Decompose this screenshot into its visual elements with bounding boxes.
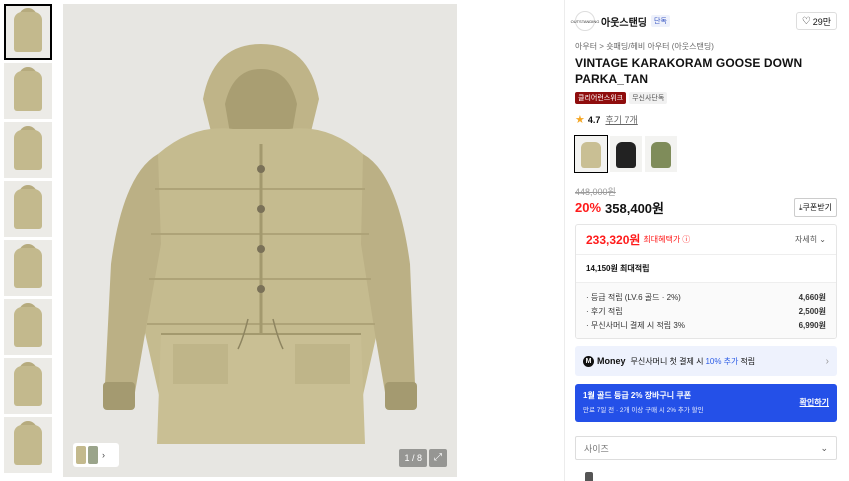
clearance-badge: 클리어런스위크 — [575, 92, 627, 104]
like-count: 29만 — [812, 16, 831, 27]
thumbnail[interactable] — [4, 63, 52, 119]
product-info-panel: OUTSTANDING 아웃스탠딩 단독 ♡ 29만 아우터 > 숏패딩/헤비 … — [564, 0, 849, 481]
detail-toggle[interactable]: 자세히 ⌄ — [795, 234, 826, 245]
price-row: 20% 358,400원 ⤓쿠폰받기 — [575, 198, 837, 217]
thumbnail[interactable] — [4, 122, 52, 178]
parka-illustration — [103, 44, 417, 444]
rating-score: 4.7 — [587, 114, 601, 125]
max-benefit-label: 최대혜택가 — [643, 235, 681, 244]
money-brand: Money — [597, 356, 626, 366]
brand-logo[interactable]: OUTSTANDING — [571, 11, 599, 31]
chevron-right-icon: › — [102, 450, 105, 460]
grade-coupon-banner: 1월 골드 등급 2% 장바구니 쿠폰 만료 7일 전 · 2개 이상 구매 시… — [575, 384, 837, 422]
thumbnail-list — [4, 4, 52, 476]
coupon-title: 1월 골드 등급 2% 장바구니 쿠폰 — [583, 391, 692, 400]
thumbnail[interactable] — [4, 181, 52, 237]
brand-row: OUTSTANDING 아웃스탠딩 단독 ♡ 29만 — [571, 10, 837, 32]
chevron-down-icon: ⌄ — [819, 235, 826, 244]
thumbnail[interactable] — [4, 4, 52, 60]
points-row: · 후기 적립 2,500원 — [586, 307, 826, 316]
swatch-tan[interactable] — [574, 135, 608, 173]
swatch-olive[interactable] — [645, 136, 677, 172]
money-promo-banner[interactable]: M Money 무신사머니 첫 결제 시 10% 추가 적립 › — [575, 346, 837, 376]
star-icon: ★ — [575, 114, 585, 126]
discount-rate: 20% — [575, 200, 602, 215]
swatch-black[interactable] — [610, 136, 642, 172]
brand-name[interactable]: 아웃스탠딩 — [601, 14, 647, 29]
benefit-header[interactable]: 233,320원 최대혜택가 ⓘ 자세히 ⌄ — [576, 225, 836, 255]
main-product-image[interactable]: › 1 / 8 ⤢ — [63, 4, 457, 477]
original-price: 448,000원 — [575, 187, 616, 197]
review-link[interactable]: 후기 7개 — [605, 113, 637, 126]
rating: ★ 4.7 후기 7개 — [575, 113, 638, 126]
heart-icon: ♡ — [801, 15, 811, 27]
color-swatches — [574, 135, 677, 173]
points-list: · 등급 적립 (LV.6 골드 · 2%) 4,660원 · 후기 적립 2,50… — [576, 283, 836, 338]
mini-thumb — [76, 446, 86, 464]
thumbnail[interactable] — [4, 299, 52, 355]
coupon-confirm-link[interactable]: 확인하기 — [800, 397, 829, 408]
sale-price: 358,400원 — [605, 201, 664, 216]
brand-tag: 단독 — [651, 15, 670, 27]
points-total: 14,150원 최대적립 — [576, 255, 836, 283]
breadcrumb[interactable]: 아우터 > 숏패딩/헤비 아우터 (아웃스탠딩) — [575, 41, 714, 52]
benefit-box: 233,320원 최대혜택가 ⓘ 자세히 ⌄ 14,150원 최대적립 · 등급… — [575, 224, 837, 339]
max-benefit-price: 233,320원 — [586, 233, 641, 247]
expand-icon[interactable]: ⤢ — [429, 449, 447, 467]
thumbnail[interactable] — [4, 240, 52, 296]
chevron-down-icon: ⌄ — [820, 442, 828, 453]
money-icon: M — [583, 355, 594, 367]
option-peek — [585, 472, 593, 481]
coupon-subtitle: 만료 7일 전 · 2개 이상 구매 시 2% 추가 할인 — [583, 407, 704, 414]
size-select[interactable]: 사이즈 ⌄ — [575, 436, 837, 460]
mini-thumb — [88, 446, 98, 464]
like-button[interactable]: ♡ 29만 — [795, 12, 837, 30]
mini-thumbnail-strip[interactable]: › — [73, 443, 119, 467]
image-counter: 1 / 8 — [399, 449, 427, 467]
badge-row: 클리어런스위크 무신사단독 — [575, 92, 668, 104]
points-row: · 등급 적립 (LV.6 골드 · 2%) 4,660원 — [586, 293, 826, 302]
thumbnail[interactable] — [4, 417, 52, 473]
exclusive-badge: 무신사단독 — [629, 92, 668, 104]
coupon-download-button[interactable]: ⤓쿠폰받기 — [794, 198, 837, 217]
chevron-right-icon: › — [825, 355, 829, 367]
info-icon[interactable]: ⓘ — [682, 234, 690, 245]
product-title: VINTAGE KARAKORAM GOOSE DOWN PARKA_TAN — [575, 56, 803, 86]
points-row: · 무신사머니 결제 시 적립 3% 6,990원 — [586, 321, 826, 330]
thumbnail[interactable] — [4, 358, 52, 414]
